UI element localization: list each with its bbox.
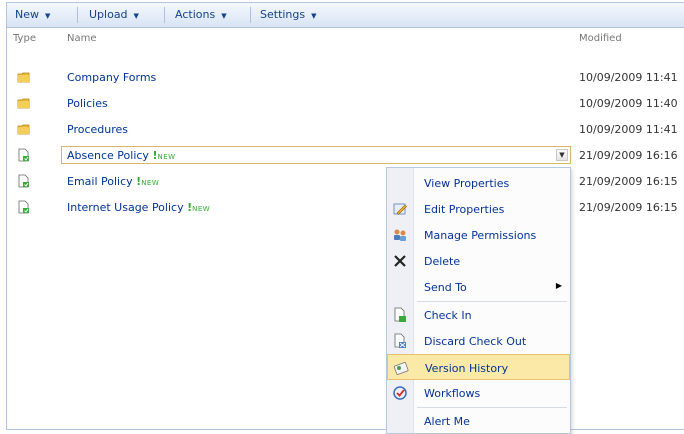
chevron-down-icon: ▼: [311, 12, 317, 20]
modified-date: 10/09/2009 11:41: [579, 123, 678, 136]
chevron-down-icon: ▼: [559, 151, 565, 159]
checked-out-document-icon: [18, 200, 29, 214]
modified-date: 21/09/2009 16:15: [579, 175, 678, 188]
chevron-down-icon: ▼: [221, 12, 227, 20]
check-in-icon: [394, 307, 406, 322]
menu-item-label: Workflows: [424, 387, 481, 400]
item-dropdown-button[interactable]: ▼: [556, 149, 568, 161]
menu-item-manage-permissions[interactable]: Manage Permissions: [387, 222, 570, 248]
table-row: Internet Usage Policy !NEW 21/09/2009 16…: [7, 195, 684, 221]
submenu-arrow-icon: ▶: [555, 281, 562, 290]
toolbar-separator: [164, 7, 165, 23]
modified-date: 21/09/2009 16:16: [579, 149, 678, 162]
menu-item-discard-check-out[interactable]: Discard Check Out: [387, 328, 570, 354]
folder-link-company-forms[interactable]: Company Forms: [67, 71, 156, 84]
menu-item-label: Manage Permissions: [424, 229, 537, 242]
delete-x-icon: [394, 255, 406, 267]
column-header-type[interactable]: Type: [13, 33, 36, 44]
item-context-menu: View Properties Edit Properties Manage P…: [386, 167, 571, 434]
list-item: Company Forms 10/09/2009 11:41: [7, 65, 684, 91]
folder-link-procedures[interactable]: Procedures: [67, 123, 128, 136]
menu-item-version-history[interactable]: Version History: [387, 354, 570, 380]
settings-menu-label: Settings: [260, 8, 306, 21]
workflows-icon: [393, 386, 407, 400]
permissions-icon: [394, 229, 406, 241]
new-menu-label: New: [15, 8, 39, 21]
settings-menu-button[interactable]: Settings ▼: [260, 8, 317, 22]
column-header-row: Type Name Modified: [7, 29, 684, 49]
upload-menu-button[interactable]: Upload ▼: [89, 8, 139, 22]
modified-date: 10/09/2009 11:40: [579, 97, 678, 110]
new-badge-text: NEW: [192, 205, 211, 213]
checked-out-document-icon: [18, 148, 29, 162]
menu-item-label: Check In: [424, 309, 472, 322]
new-badge-text: NEW: [141, 179, 160, 187]
actions-menu-label: Actions: [175, 8, 216, 21]
toolbar: New ▼ Upload ▼ Actions ▼ Settings ▼: [7, 3, 684, 28]
menu-item-label: Discard Check Out: [424, 335, 527, 348]
folder-icon: [17, 98, 30, 109]
menu-item-label: View Properties: [424, 177, 510, 190]
menu-item-label: Version History: [425, 362, 509, 375]
modified-date: 21/09/2009 16:15: [579, 201, 678, 214]
document-library: New ▼ Upload ▼ Actions ▼ Settings ▼ Type Nam…: [6, 2, 684, 430]
chevron-down-icon: ▼: [45, 12, 51, 20]
menu-item-view-properties[interactable]: View Properties: [387, 170, 570, 196]
table-row: Absence Policy !NEW ▼ 21/09/2009 16:16: [7, 143, 684, 169]
menu-item-workflows[interactable]: Workflows: [387, 380, 570, 406]
menu-item-label: Delete: [424, 255, 461, 268]
folder-link-policies[interactable]: Policies: [67, 97, 108, 110]
new-badge-text: NEW: [157, 153, 176, 161]
chevron-down-icon: ▼: [133, 12, 139, 20]
menu-item-check-in[interactable]: Check In: [387, 302, 570, 328]
selected-item-box[interactable]: Absence Policy !NEW ▼: [61, 146, 571, 164]
modified-date: 10/09/2009 11:41: [579, 71, 678, 84]
new-menu-button[interactable]: New ▼: [15, 8, 50, 22]
column-header-modified[interactable]: Modified: [579, 33, 622, 44]
folder-icon: [17, 72, 30, 83]
document-link-internet-usage-policy[interactable]: Internet Usage Policy !NEW: [67, 201, 210, 214]
menu-item-alert-me[interactable]: Alert Me: [387, 408, 570, 434]
document-link-email-policy[interactable]: Email Policy !NEW: [67, 175, 159, 188]
menu-item-edit-properties[interactable]: Edit Properties: [387, 196, 570, 222]
checked-out-document-icon: [18, 174, 29, 188]
folder-icon: [17, 124, 30, 135]
discard-check-out-icon: [394, 333, 406, 348]
toolbar-separator: [250, 7, 251, 23]
upload-menu-label: Upload: [89, 8, 128, 21]
list-item: Procedures 10/09/2009 11:41: [7, 117, 684, 143]
toolbar-separator: [77, 7, 78, 23]
menu-item-label: Alert Me: [424, 415, 470, 428]
edit-properties-icon: [393, 203, 407, 215]
column-header-name[interactable]: Name: [67, 33, 97, 44]
table-row: Email Policy !NEW 21/09/2009 16:15: [7, 169, 684, 195]
actions-menu-button[interactable]: Actions ▼: [175, 8, 227, 22]
menu-item-send-to[interactable]: Send To ▶: [387, 274, 570, 300]
version-history-icon: [393, 362, 409, 375]
menu-item-delete[interactable]: Delete: [387, 248, 570, 274]
document-link-absence-policy[interactable]: Absence Policy !NEW: [67, 149, 176, 162]
list-item: Policies 10/09/2009 11:40: [7, 91, 684, 117]
menu-item-label: Edit Properties: [424, 203, 505, 216]
menu-item-label: Send To: [424, 281, 467, 294]
